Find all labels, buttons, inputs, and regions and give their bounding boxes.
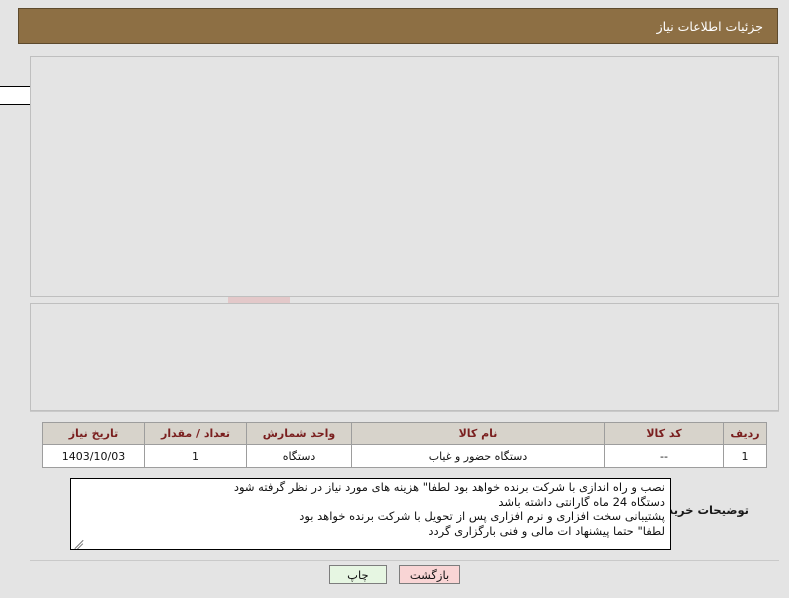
cell-need-date: 1403/10/03 xyxy=(42,444,145,468)
buyer-notes-textarea[interactable]: نصب و راه اندازی با شرکت برنده خواهد بود… xyxy=(70,478,671,550)
buyer-notes-line: دستگاه 24 ماه گارانتی داشته باشد xyxy=(498,494,665,509)
divider xyxy=(30,411,779,412)
page-header: جزئیات اطلاعات نیاز xyxy=(18,8,778,44)
cell-row-no: 1 xyxy=(723,444,767,468)
need-info-panel xyxy=(30,56,779,297)
buyer-notes-text: نصب و راه اندازی با شرکت برنده خواهد بود… xyxy=(86,479,670,549)
page-title: جزئیات اطلاعات نیاز xyxy=(656,18,763,34)
goods-table: ردیف کد کالا نام کالا واحد شمارش تعداد /… xyxy=(42,422,767,468)
column-header-code: کد کالا xyxy=(604,422,724,445)
cell-code: -- xyxy=(604,444,724,468)
column-header-name: نام کالا xyxy=(351,422,605,445)
back-button[interactable]: بازگشت xyxy=(398,565,461,584)
description-panel xyxy=(30,303,779,411)
buyer-notes-line: پشتیبانی سخت افزاری و نرم افزاری پس از ت… xyxy=(299,509,665,523)
cell-unit: دستگاه xyxy=(246,444,352,468)
resize-grip-icon[interactable] xyxy=(72,535,86,549)
cell-name: دستگاه حضور و غیاب xyxy=(351,444,605,468)
column-header-need-date: تاریخ نیاز xyxy=(42,422,145,445)
column-header-row-no: ردیف xyxy=(723,422,767,445)
table-row[interactable]: 1 -- دستگاه حضور و غیاب دستگاه 1 1403/10… xyxy=(42,444,767,468)
print-button[interactable]: چاپ xyxy=(328,565,387,584)
buyer-notes-line: نصب و راه اندازی با شرکت برنده خواهد بود… xyxy=(233,480,665,494)
buyer-notes-scrollbar[interactable] xyxy=(71,479,86,549)
action-buttons: بازگشت چاپ xyxy=(0,565,789,584)
column-header-unit: واحد شمارش xyxy=(246,422,352,445)
buyer-notes-line: لطفا" حتما پیشنهاد ات مالی و فنی بارگزار… xyxy=(428,523,665,538)
table-header-row: ردیف کد کالا نام کالا واحد شمارش تعداد /… xyxy=(42,422,767,445)
page-root: جزئیات اطلاعات نیاز AriaTender.net شماره… xyxy=(0,0,789,598)
divider xyxy=(30,560,779,561)
cell-quantity: 1 xyxy=(144,444,247,468)
column-header-quantity: تعداد / مقدار xyxy=(144,422,247,445)
